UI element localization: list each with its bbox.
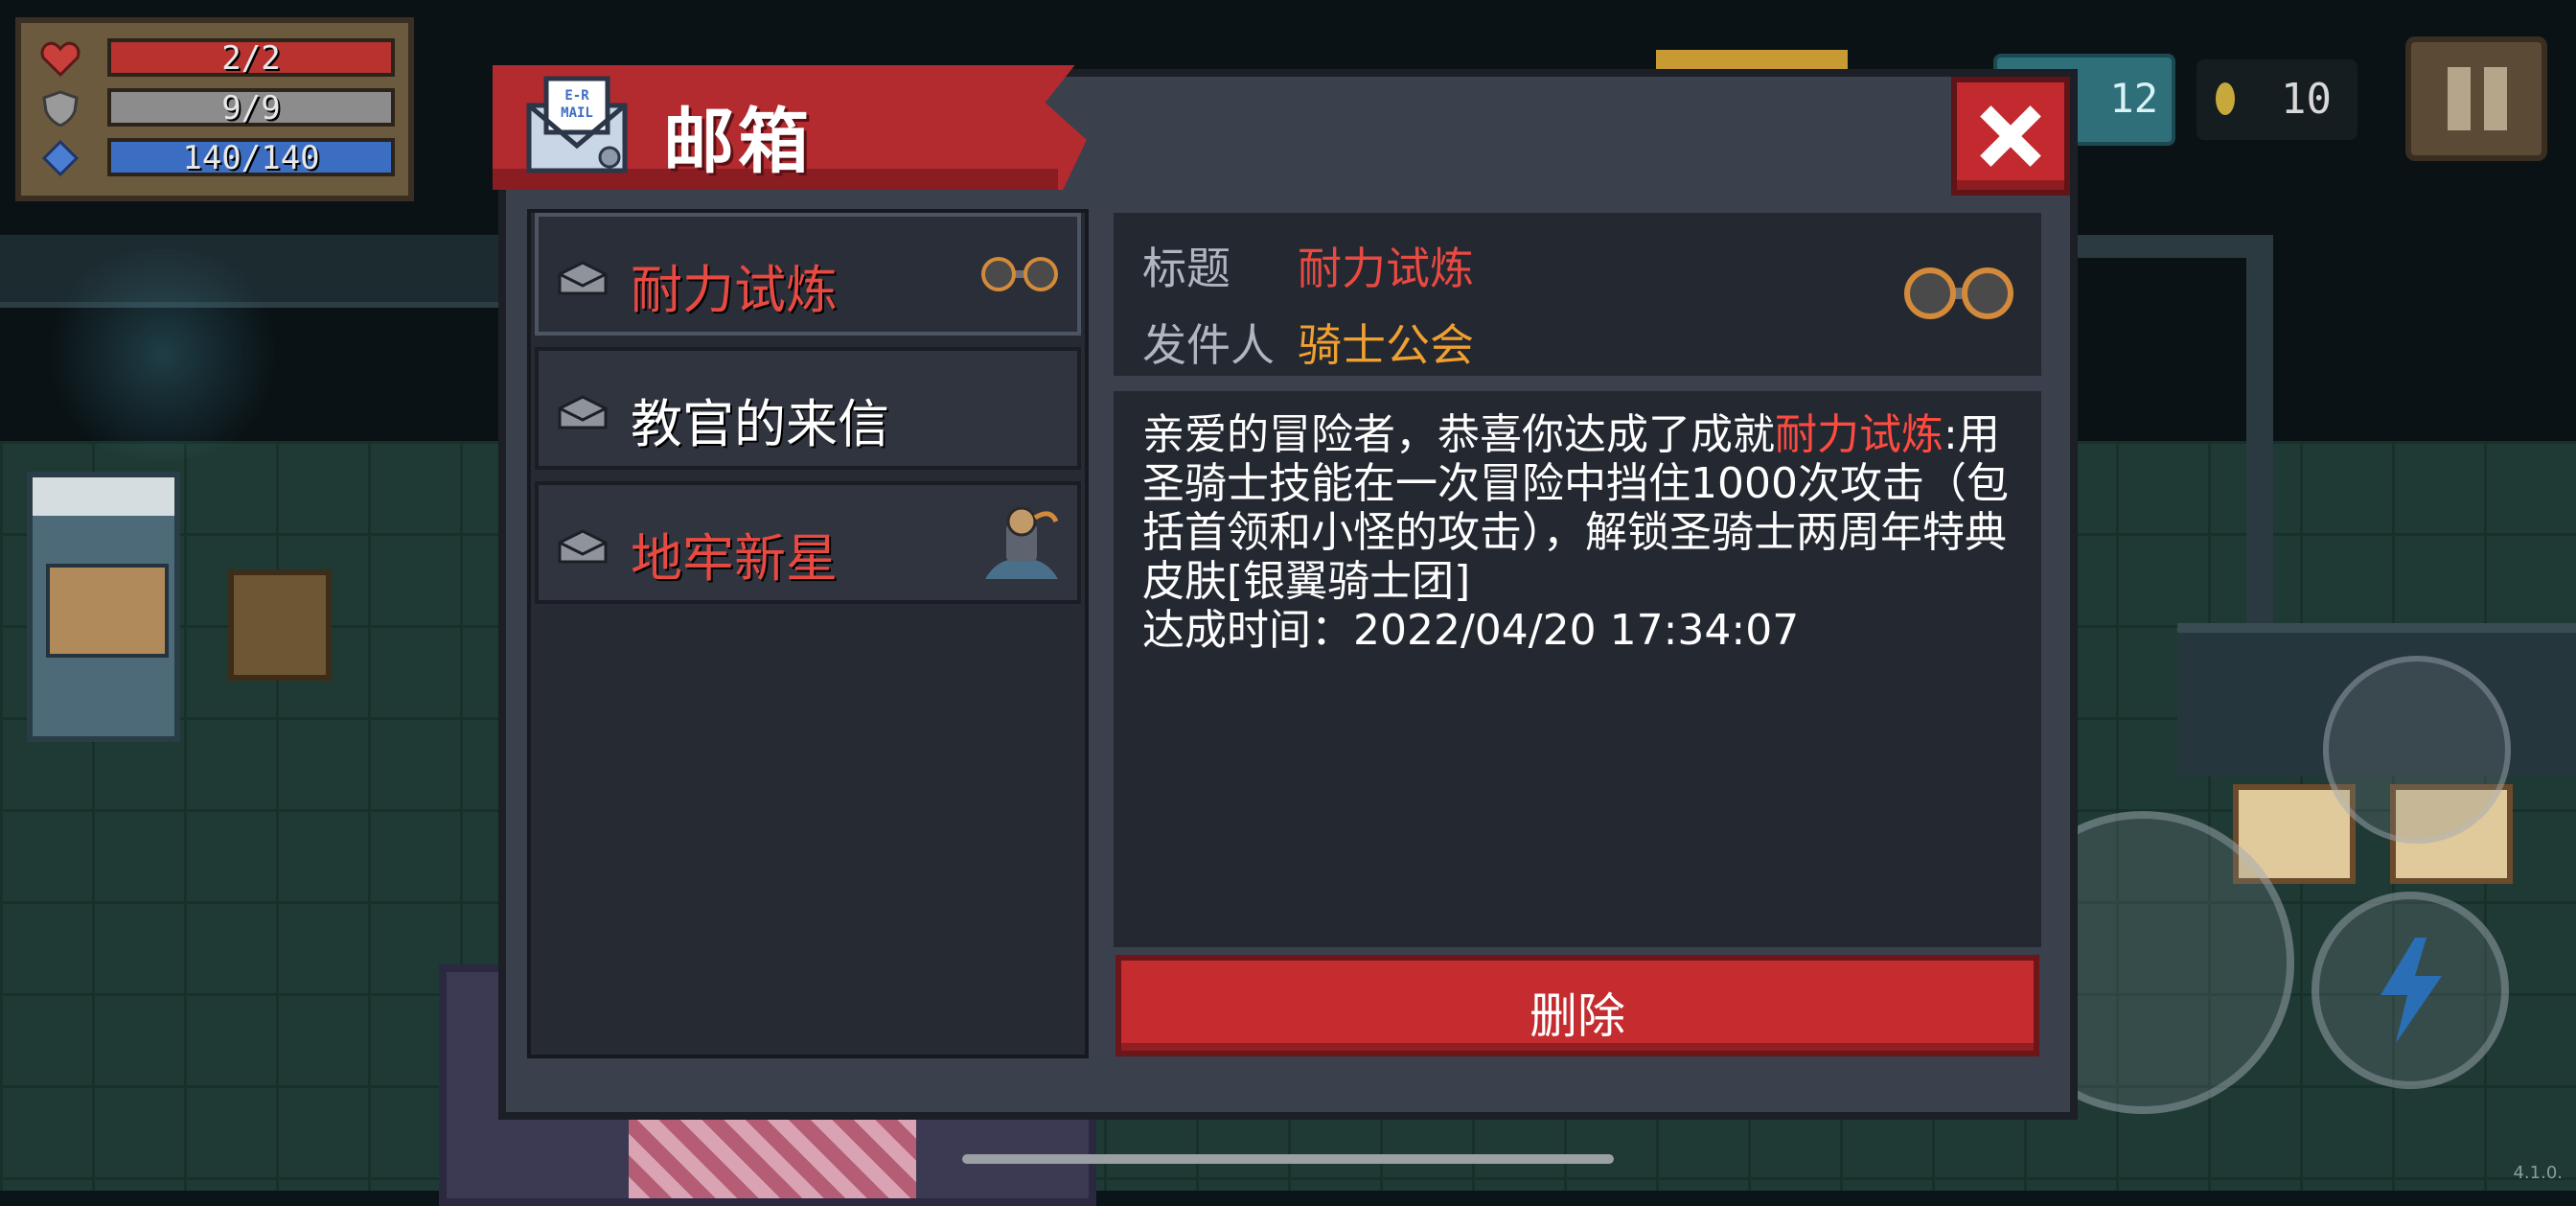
skill-button[interactable] — [2312, 892, 2509, 1089]
mail-item-dungeon-star[interactable]: 地牢新星 — [535, 481, 1081, 604]
vending-machine — [27, 472, 180, 742]
delete-button[interactable]: 删除 — [1116, 955, 2039, 1056]
energy-value: 140/140 — [182, 139, 320, 177]
armor-row: 9/9 — [40, 86, 404, 128]
armor-bar: 9/9 — [107, 88, 395, 127]
coin-counter: 10 — [2196, 59, 2358, 140]
heart-icon — [40, 41, 80, 77]
mail-item-endurance-trial[interactable]: 耐力试炼 — [535, 213, 1081, 336]
character-icon — [985, 506, 1059, 579]
envelope-icon — [558, 529, 608, 564]
svg-text:MAIL: MAIL — [561, 105, 593, 121]
achieved-time-value: 2022/04/20 17:34:07 — [1353, 606, 1800, 655]
body-prefix: 亲爱的冒险者，恭喜你达成了成就 — [1142, 410, 1775, 459]
home-indicator[interactable] — [962, 1154, 1614, 1164]
achieved-time-label: 达成时间： — [1142, 606, 1353, 655]
pause-button[interactable] — [2405, 36, 2547, 161]
armor-value: 9/9 — [221, 89, 281, 128]
envelope-icon — [558, 261, 608, 295]
wall-railing-right — [2078, 235, 2273, 661]
mail-detail-header: 标题 耐力试炼 发件人 骑士公会 — [1114, 213, 2041, 376]
mail-item-label: 地牢新星 — [631, 528, 838, 589]
mail-item-label: 教官的来信 — [631, 394, 889, 454]
body-highlight: 耐力试炼 — [1775, 410, 1944, 459]
weapon-swap-button[interactable] — [2323, 656, 2511, 844]
mail-item-label: 耐力试炼 — [631, 260, 838, 320]
title-value: 耐力试炼 — [1298, 243, 1474, 294]
mailbox-title: 邮箱 — [663, 101, 813, 183]
dumbbell-icon — [1904, 267, 2013, 319]
energy-row: 140/140 — [40, 136, 404, 178]
portal-glow — [38, 249, 288, 460]
health-value: 2/2 — [221, 39, 281, 78]
sender-key: 发件人 — [1142, 319, 1275, 371]
energy-crystal-icon — [41, 140, 80, 176]
close-button[interactable] — [1951, 77, 2070, 196]
health-bar: 2/2 — [107, 38, 395, 77]
delete-label: 删除 — [1530, 988, 1625, 1044]
gem-count: 12 — [2109, 75, 2158, 122]
mail-item-instructor-letter[interactable]: 教官的来信 — [535, 347, 1081, 470]
health-row: 2/2 — [40, 36, 404, 79]
lightning-icon — [2380, 938, 2442, 1043]
energy-bar: 140/140 — [107, 138, 395, 176]
version-label: 4.1.0. — [2513, 1163, 2563, 1183]
envelope-icon — [558, 395, 608, 429]
dumbbell-icon — [981, 257, 1058, 291]
mail-list: 耐力试炼 教官的来信 地牢新星 — [527, 209, 1089, 1058]
coin-icon — [2216, 82, 2235, 115]
treasure-chest — [228, 569, 332, 681]
mail-body: 亲爱的冒险者，恭喜你达成了成就耐力试炼:用圣骑士技能在一次冒险中挡住1000次攻… — [1114, 391, 2041, 947]
player-stats-panel: 2/2 9/9 140/140 — [15, 17, 414, 201]
title-key: 标题 — [1142, 243, 1230, 294]
shield-icon — [42, 90, 79, 127]
sender-value: 骑士公会 — [1298, 319, 1474, 371]
coin-count: 10 — [2281, 75, 2332, 124]
svg-text:E-R: E-R — [564, 88, 589, 104]
pause-icon — [2448, 67, 2471, 130]
mail-body-text: 亲爱的冒险者，恭喜你达成了成就耐力试炼:用圣骑士技能在一次冒险中挡住1000次攻… — [1142, 410, 2024, 655]
mail-icon: E-R MAIL — [526, 76, 628, 174]
